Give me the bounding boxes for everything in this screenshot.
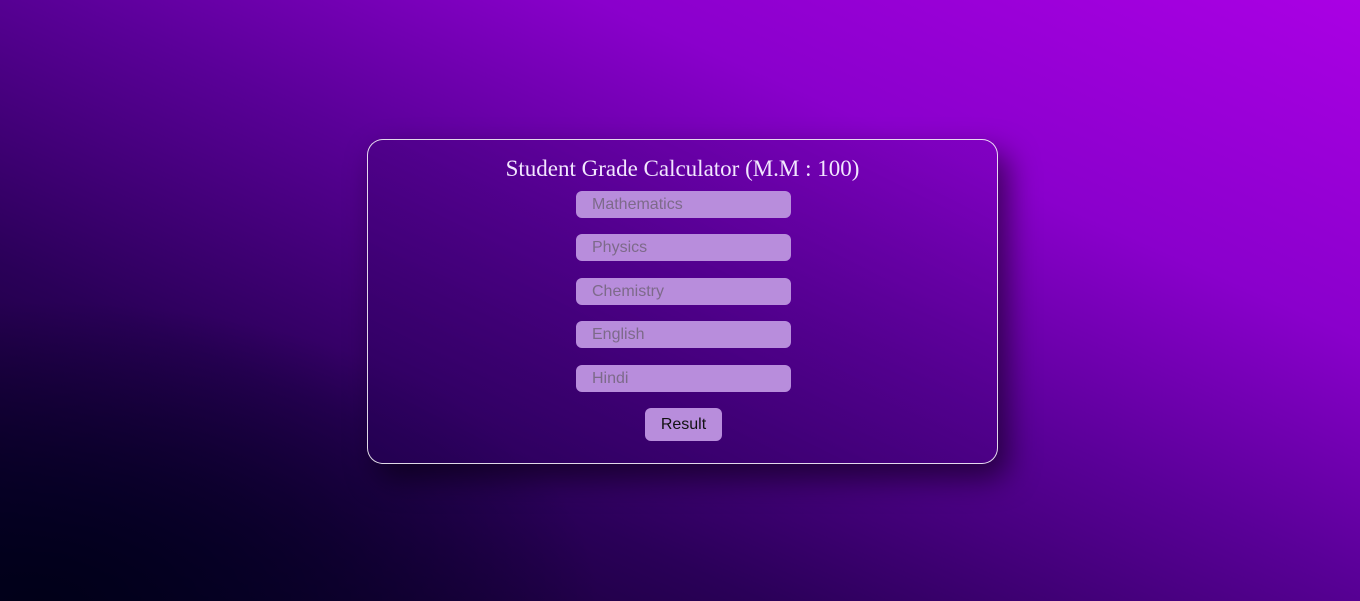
grade-calculator-card: Student Grade Calculator (M.M : 100) Res… — [367, 139, 998, 464]
page-title: Student Grade Calculator (M.M : 100) — [505, 156, 860, 181]
mathematics-input[interactable] — [576, 191, 791, 218]
page-background: { "calculator": { "title": "Student Grad… — [0, 0, 1360, 601]
english-input[interactable] — [576, 321, 791, 348]
chemistry-input[interactable] — [576, 278, 791, 305]
physics-input[interactable] — [576, 234, 791, 261]
result-button[interactable]: Result — [645, 408, 722, 441]
hindi-input[interactable] — [576, 365, 791, 392]
